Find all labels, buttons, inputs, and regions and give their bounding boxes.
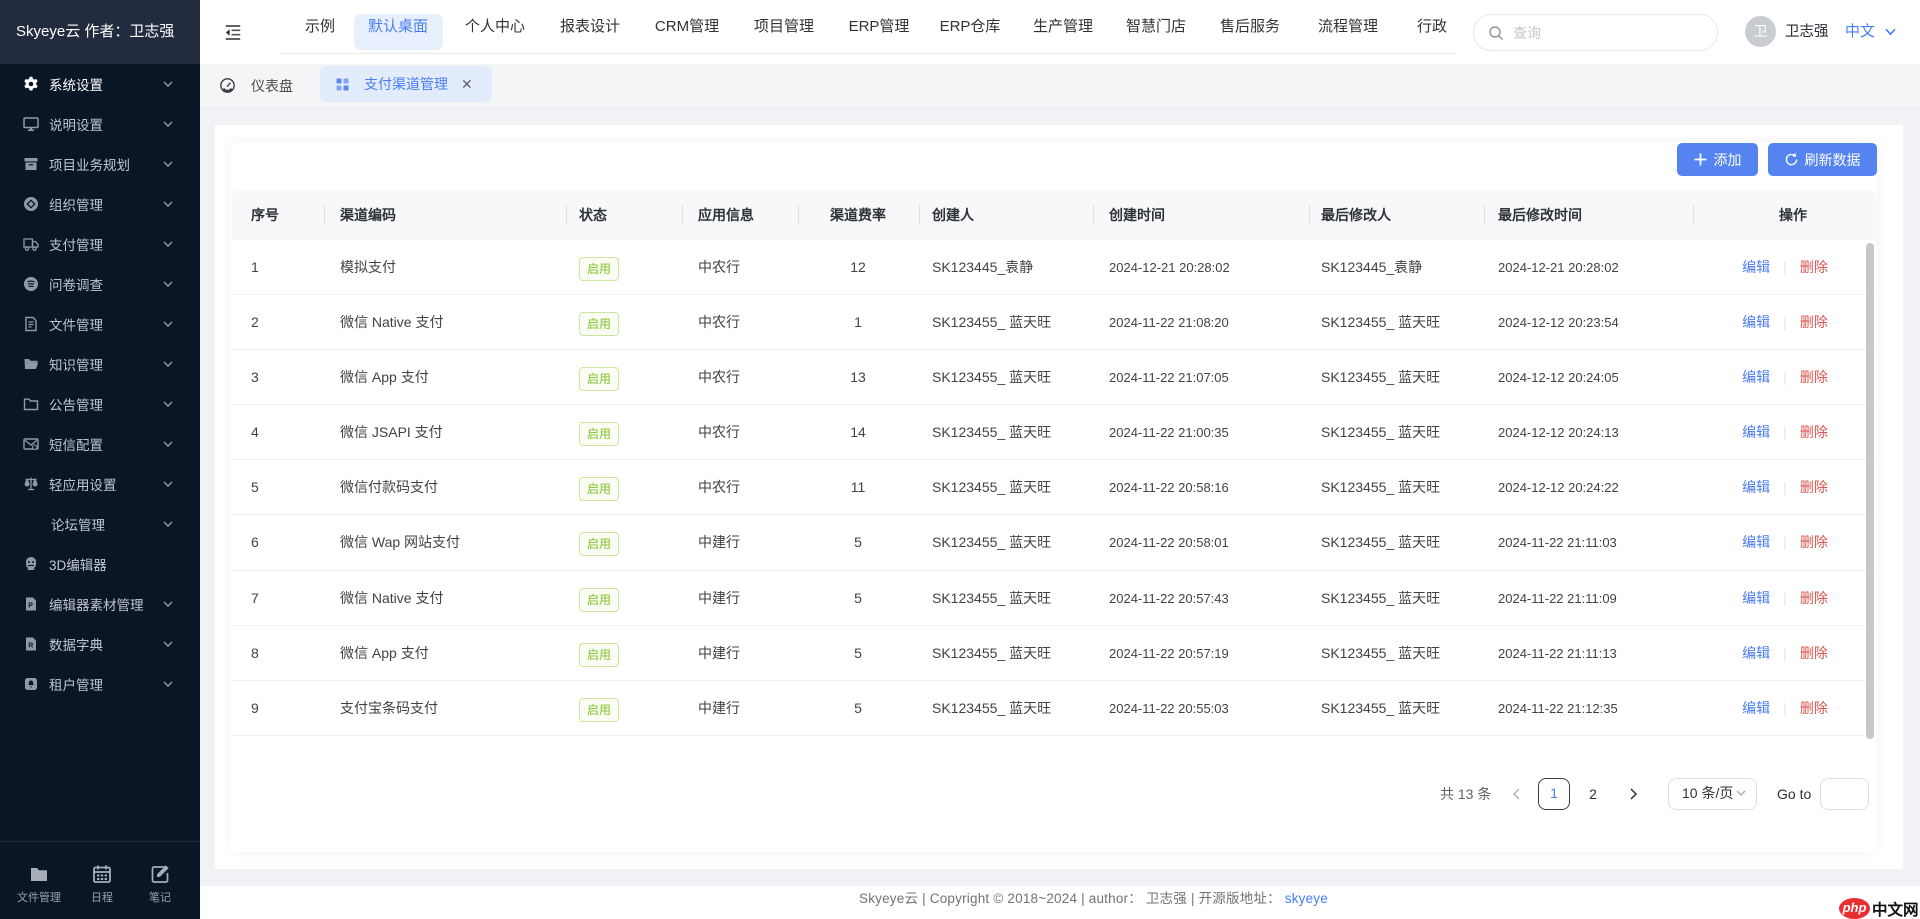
- svg-text:P: P: [28, 603, 33, 610]
- svg-text:R: R: [28, 643, 33, 650]
